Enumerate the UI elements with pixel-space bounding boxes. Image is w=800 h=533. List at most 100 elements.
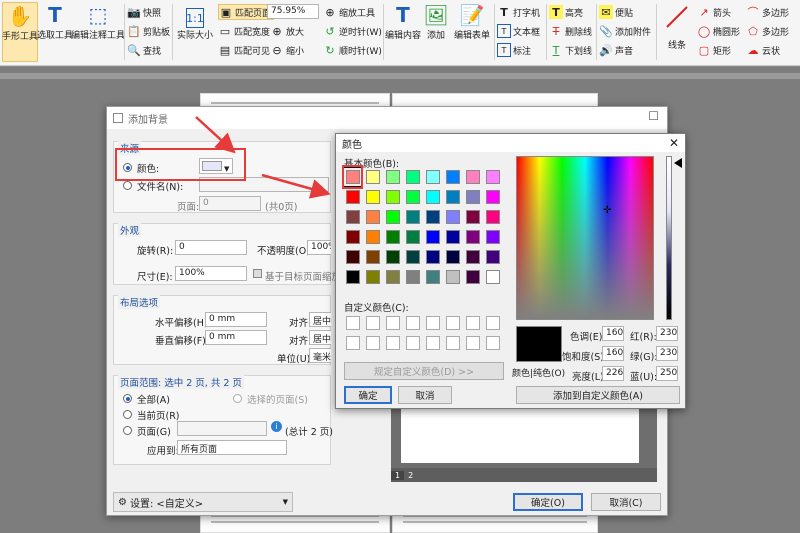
find-button[interactable]: 🔍 查找 <box>127 42 161 58</box>
polyline-button[interactable]: ⌒ 多边形 <box>746 4 790 20</box>
select-tool-button[interactable]: T 选取工具 <box>37 2 73 41</box>
page-range-radio[interactable] <box>123 426 132 435</box>
size-input[interactable]: 100% <box>175 266 247 281</box>
fit-visible-button[interactable]: ▤ 匹配可见 <box>218 42 270 58</box>
color-swatch[interactable] <box>486 170 500 184</box>
color-cancel-button[interactable]: 取消 <box>398 386 452 404</box>
ok-button[interactable]: 确定(O) <box>513 493 583 511</box>
color-swatch[interactable] <box>446 250 460 264</box>
hue-input[interactable]: 160 <box>602 326 624 341</box>
color-swatch[interactable] <box>446 210 460 224</box>
luminance-slider[interactable] <box>666 156 672 320</box>
add-to-custom-colors-button[interactable]: 添加到自定义颜色(A) <box>516 386 680 404</box>
attach-file-button[interactable]: 📎 添加附件 <box>599 23 651 39</box>
custom-color-slot[interactable] <box>426 336 440 350</box>
custom-color-slot[interactable] <box>446 316 460 330</box>
custom-color-slot[interactable] <box>466 316 480 330</box>
callout-button[interactable]: T 标注 <box>497 42 531 58</box>
color-swatch[interactable] <box>426 210 440 224</box>
rotate-input[interactable]: 0 <box>175 240 247 255</box>
line-button[interactable]: 线条 <box>662 4 692 51</box>
color-swatch[interactable] <box>366 210 380 224</box>
luminance-input[interactable]: 226 <box>602 366 624 381</box>
color-spectrum[interactable]: ✛ <box>516 156 654 320</box>
color-swatch[interactable] <box>466 190 480 204</box>
strikethrough-button[interactable]: T 删除线 <box>549 23 592 39</box>
fit-width-button[interactable]: ▭ 匹配宽度 <box>218 23 270 39</box>
zoom-in-button[interactable]: ⊕ 放大 <box>270 23 304 39</box>
color-swatch[interactable] <box>366 270 380 284</box>
rotate-ccw-button[interactable]: ↺ 逆时针(W) <box>323 23 382 39</box>
add-button[interactable]: 🖼 添加 <box>422 2 450 41</box>
custom-color-slot[interactable] <box>366 336 380 350</box>
color-swatch[interactable] <box>346 210 360 224</box>
color-ok-button[interactable]: 确定 <box>344 386 392 404</box>
color-swatch[interactable] <box>446 270 460 284</box>
saturation-input[interactable]: 160 <box>602 346 624 361</box>
color-swatch[interactable] <box>426 170 440 184</box>
rectangle-button[interactable]: ▢ 矩形 <box>697 42 731 58</box>
highlight-button[interactable]: T 高亮 <box>549 4 583 20</box>
color-swatch[interactable] <box>426 190 440 204</box>
selected-pages-radio[interactable] <box>233 394 242 403</box>
color-swatch[interactable] <box>426 270 440 284</box>
zoom-input[interactable]: 75.95% <box>267 4 319 19</box>
horizontal-align-select[interactable]: 居中 <box>309 312 331 327</box>
custom-color-slot[interactable] <box>346 336 360 350</box>
ellipse-button[interactable]: ◯ 椭圆形 <box>697 23 740 39</box>
custom-color-slot[interactable] <box>486 316 500 330</box>
snapshot-button[interactable]: 📷 快照 <box>127 4 161 20</box>
color-swatch[interactable] <box>446 190 460 204</box>
edit-form-button[interactable]: 📝 编辑表单 <box>452 2 492 41</box>
actual-size-button[interactable]: 1:1 实际大小 <box>176 8 214 41</box>
sound-button[interactable]: 🔊 声音 <box>599 42 633 58</box>
typewriter-button[interactable]: T 打字机 <box>497 4 540 20</box>
color-swatch[interactable] <box>426 250 440 264</box>
custom-color-slot[interactable] <box>406 336 420 350</box>
custom-color-slot[interactable] <box>386 336 400 350</box>
close-icon[interactable]: ✕ <box>669 136 679 150</box>
color-swatch[interactable] <box>406 210 420 224</box>
zoom-tool-button[interactable]: ⊕ 缩放工具 <box>323 4 375 20</box>
unit-select[interactable]: 毫米 <box>309 348 331 363</box>
color-swatch[interactable] <box>486 230 500 244</box>
color-swatch[interactable] <box>486 210 500 224</box>
info-icon[interactable]: i <box>271 421 282 432</box>
textbox-button[interactable]: T 文本框 <box>497 23 540 39</box>
color-swatch[interactable] <box>466 210 480 224</box>
color-swatch[interactable] <box>386 250 400 264</box>
blue-input[interactable]: 250 <box>656 366 678 381</box>
settings-select[interactable]: ⚙ 设置: <自定义> ▼ <box>113 492 293 512</box>
custom-color-slot[interactable] <box>406 316 420 330</box>
color-swatch[interactable] <box>386 170 400 184</box>
color-swatch[interactable] <box>466 250 480 264</box>
color-swatch[interactable] <box>426 230 440 244</box>
green-input[interactable]: 230 <box>656 346 678 361</box>
horizontal-offset-input[interactable]: 0 mm <box>205 312 267 327</box>
arrow-button[interactable]: ↗ 箭头 <box>697 4 731 20</box>
opacity-input[interactable]: 100% <box>307 240 331 255</box>
maximize-icon[interactable]: ☐ <box>648 109 659 123</box>
color-swatch[interactable] <box>406 270 420 284</box>
custom-color-slot[interactable] <box>426 316 440 330</box>
edit-annotation-tool-button[interactable]: ⬚ 编辑注释工具 <box>71 2 125 41</box>
color-swatch[interactable] <box>486 190 500 204</box>
red-input[interactable]: 230 <box>656 326 678 341</box>
hand-tool-button[interactable]: ✋ 手形工具 <box>2 2 38 62</box>
rotate-cw-button[interactable]: ↻ 顺时针(W) <box>323 42 382 58</box>
define-custom-color-button[interactable]: 规定自定义颜色(D) >> <box>344 362 504 380</box>
color-swatch[interactable] <box>386 270 400 284</box>
scale-target-checkbox[interactable] <box>253 269 262 278</box>
custom-color-slot[interactable] <box>386 316 400 330</box>
clipboard-button[interactable]: 📋 剪贴板 <box>127 23 170 39</box>
color-swatch[interactable] <box>346 190 360 204</box>
note-button[interactable]: ✉ 便贴 <box>599 4 633 20</box>
polygon-button[interactable]: ⬠ 多边形 <box>746 23 789 39</box>
color-swatch[interactable] <box>386 230 400 244</box>
color-swatch[interactable] <box>406 190 420 204</box>
color-swatch[interactable] <box>366 170 380 184</box>
cancel-button[interactable]: 取消(C) <box>591 493 661 511</box>
page-thumb-2[interactable]: 2 <box>404 471 417 480</box>
filename-radio[interactable] <box>123 181 132 190</box>
fit-page-button[interactable]: ▣ 匹配页面 <box>218 4 275 20</box>
